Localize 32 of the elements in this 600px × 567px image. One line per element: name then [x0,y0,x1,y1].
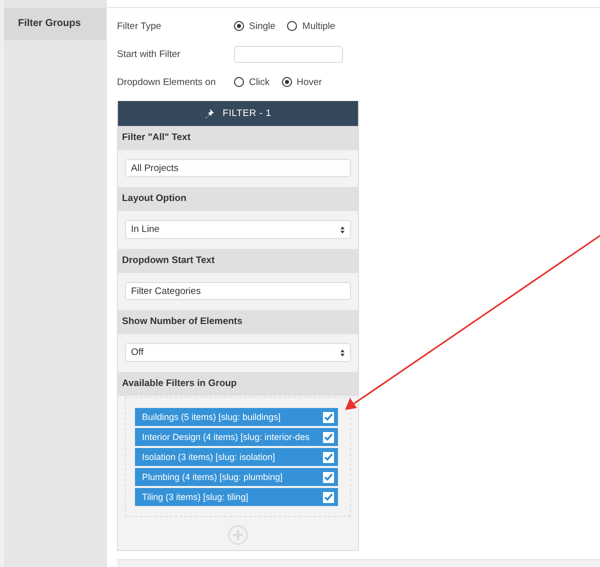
option-label: Single [249,20,276,32]
radio-button[interactable] [234,21,244,31]
option-label: Click [249,76,270,88]
section-header: Dropdown Start Text [118,249,358,273]
radio-button[interactable] [282,77,292,87]
radio-button[interactable] [287,21,298,31]
input-field[interactable]: All Projects [125,159,351,177]
radio-button[interactable] [234,77,244,87]
section-header: Filter "All" Text [118,126,358,150]
section-header: Layout Option [118,187,358,211]
setting-label: Filter Type [117,20,162,32]
input-field[interactable] [234,46,343,62]
input-field[interactable]: Filter Categories [125,282,351,300]
option-label: Multiple [302,20,336,32]
caret-icon [340,226,345,234]
section-header: Show Number of Elements [118,310,358,334]
setting-label: Start with Filter [117,48,182,60]
checkbox[interactable] [323,472,334,482]
pin-icon [204,108,215,118]
caret-icon [340,348,345,356]
checkbox[interactable] [323,432,334,442]
panel-header[interactable]: FILTER - 1 [118,101,358,126]
select-field[interactable]: Off [125,343,351,362]
section-header: Available Filters in Group [118,372,358,396]
checkbox[interactable] [323,412,334,422]
sidebar-item[interactable]: Filter Groups [4,8,106,40]
panel-title: FILTER - 1 [222,108,272,119]
checkbox[interactable] [323,452,334,462]
checkbox[interactable] [323,492,334,502]
option-label: Hover [296,76,322,88]
select-field[interactable]: In Line [125,220,351,239]
setting-label: Dropdown Elements on [117,76,217,88]
